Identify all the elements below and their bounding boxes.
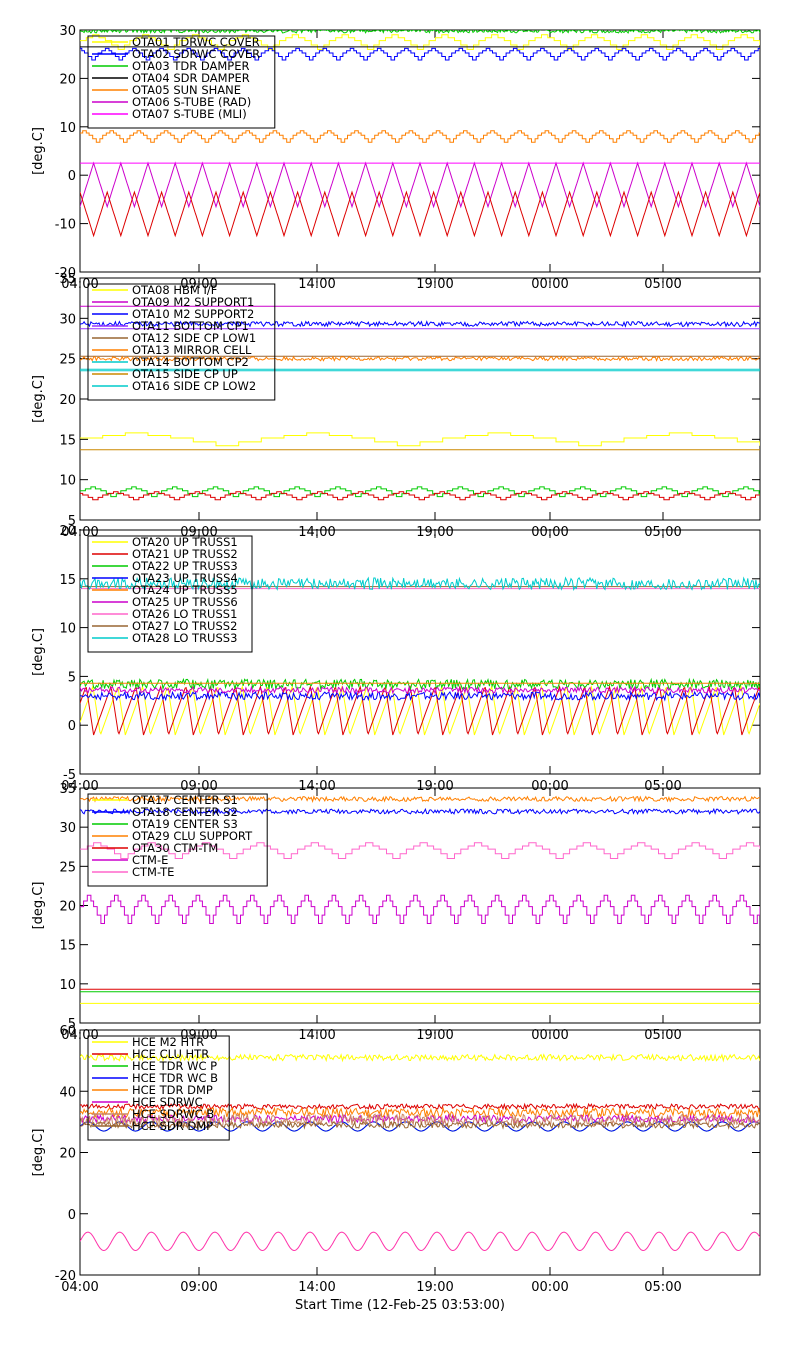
series-line-9 (80, 1231, 760, 1252)
x-tick-label: 05:00 (644, 1280, 681, 1295)
x-tick-label: 19:00 (416, 1280, 453, 1295)
y-tick-label: 10 (59, 121, 76, 136)
y-axis-label: [deg.C] (31, 1129, 46, 1177)
y-tick-label: 20 (59, 1147, 76, 1162)
y-tick-label: 20 (59, 72, 76, 87)
series-line-4 (80, 690, 760, 702)
y-tick-label: 20 (59, 524, 76, 539)
chart-panel-4: 510152025303504:00 09:00 14:00 19:00 00:00 05… (31, 782, 761, 1043)
chart-panel-1: -20-10010203004:00 09:00 14:00 19:00 00:00 05… (31, 24, 761, 292)
y-tick-label: 0 (68, 169, 76, 184)
series-line-6 (80, 161, 760, 209)
y-tick-label: 15 (59, 433, 76, 448)
chart-page: -20 -10 0 10 20 30 04:00 09:00 14:00 19:00 00:00 05… (0, 0, 800, 1350)
y-tick-label: 15 (59, 939, 76, 954)
y-tick-label: 5 (68, 670, 76, 685)
legend-entry: CTM-TE (132, 865, 174, 879)
y-tick-label: 35 (59, 272, 76, 287)
x-tick-label: 00:00 (531, 1280, 568, 1295)
y-tick-label: 25 (59, 860, 76, 875)
x-tick-label: 04:00 (61, 1280, 98, 1295)
legend-entry: OTA07 S-TUBE (MLI) (132, 107, 247, 121)
y-tick-label: 10 (59, 622, 76, 637)
x-tick-label: 09:00 (180, 1280, 217, 1295)
x-axis-title: Start Time (12-Feb-25 03:53:00) (295, 1298, 505, 1313)
legend-entry: OTA28 LO TRUSS3 (132, 631, 237, 645)
y-tick-label: 10 (59, 978, 76, 993)
y-axis-label: [deg.C] (31, 882, 46, 930)
y-tick-label: 30 (59, 312, 76, 327)
y-tick-label: -10 (55, 218, 76, 233)
y-axis-label: [deg.C] (31, 628, 46, 676)
chart-panel-3: -50510152004:00 09:00 14:00 19:00 00:00 05:00… (31, 524, 761, 794)
y-tick-label: 15 (59, 573, 76, 588)
x-tick-label: 14:00 (298, 1280, 335, 1295)
series-line-11 (80, 491, 760, 501)
series-line-8 (80, 190, 760, 238)
chart-panel-2: 510152025303504:00 09:00 14:00 19:00 00:00 05… (31, 272, 761, 540)
y-tick-label: 20 (59, 900, 76, 915)
chart-panel-5: -20020406004:00 09:00 14:00 19:00 00:00 05:00… (31, 1024, 761, 1295)
series-line-1 (80, 432, 760, 447)
y-tick-label: 20 (59, 393, 76, 408)
y-axis-label: [deg.C] (31, 127, 46, 175)
y-tick-label: 0 (68, 1208, 76, 1223)
y-axis-label: [deg.C] (31, 375, 46, 423)
y-tick-label: 60 (59, 1024, 76, 1039)
y-tick-label: 30 (59, 821, 76, 836)
y-tick-label: 40 (59, 1085, 76, 1100)
series-line-5 (80, 130, 760, 143)
legend-entry: HCE SDR DMP (132, 1119, 213, 1133)
y-tick-label: 0 (68, 719, 76, 734)
y-tick-label: 10 (59, 474, 76, 489)
y-tick-label: 35 (59, 782, 76, 797)
legend-entry: OTA16 SIDE CP LOW2 (132, 379, 256, 393)
multi-panel-temperature-chart: -20-10010203004:00 09:00 14:00 19:00 00:00 05… (31, 24, 761, 1295)
series-line-6 (80, 894, 760, 924)
y-tick-label: 25 (59, 353, 76, 368)
y-tick-label: 30 (59, 24, 76, 39)
